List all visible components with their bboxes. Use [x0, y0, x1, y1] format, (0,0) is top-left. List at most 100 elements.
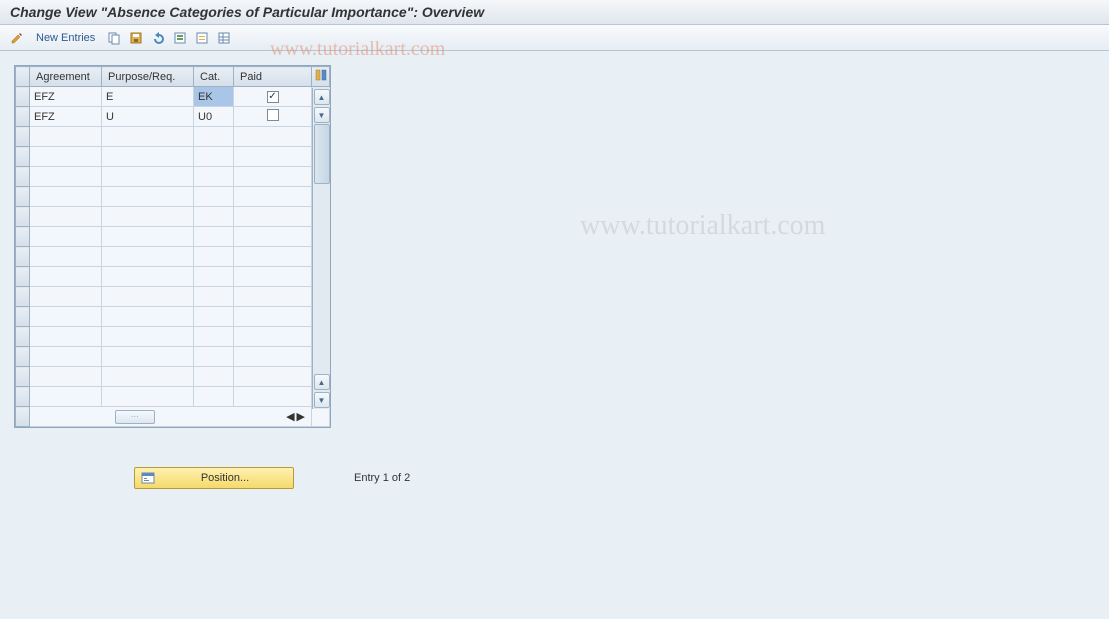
table-config-icon[interactable] [312, 67, 330, 87]
vscroll-up-icon[interactable]: ▲ [314, 89, 330, 105]
cell-cat[interactable] [194, 247, 234, 267]
cell-purpose[interactable] [102, 287, 194, 307]
cell-agreement[interactable]: EFZ [30, 107, 102, 127]
cell-agreement[interactable] [30, 307, 102, 327]
row-selector[interactable] [16, 167, 30, 187]
cell-purpose[interactable] [102, 367, 194, 387]
position-button[interactable]: Position... [134, 467, 294, 489]
cell-purpose[interactable] [102, 347, 194, 367]
col-header-agreement[interactable]: Agreement [30, 67, 102, 87]
cell-agreement[interactable] [30, 207, 102, 227]
paid-checkbox[interactable]: ✓ [267, 91, 279, 103]
cell-agreement[interactable] [30, 267, 102, 287]
table-row[interactable] [16, 227, 330, 247]
hscroll-left-icon[interactable]: ◀ [286, 410, 294, 423]
cell-agreement[interactable] [30, 227, 102, 247]
cell-paid[interactable] [234, 147, 312, 167]
cell-purpose[interactable] [102, 267, 194, 287]
vscroll-up2-icon[interactable]: ▼ [314, 107, 330, 123]
cell-cat[interactable] [194, 187, 234, 207]
cell-cat[interactable]: U0 [194, 107, 234, 127]
cell-cat[interactable] [194, 347, 234, 367]
cell-agreement[interactable] [30, 127, 102, 147]
col-header-paid[interactable]: Paid [234, 67, 312, 87]
cell-purpose[interactable] [102, 387, 194, 407]
cell-purpose[interactable]: U [102, 107, 194, 127]
cell-paid[interactable] [234, 307, 312, 327]
cell-cat[interactable] [194, 327, 234, 347]
cell-cat[interactable] [194, 367, 234, 387]
cell-paid[interactable] [234, 187, 312, 207]
delimit-icon[interactable] [193, 29, 211, 47]
cell-purpose[interactable] [102, 307, 194, 327]
cell-purpose[interactable] [102, 187, 194, 207]
copy-icon[interactable] [105, 29, 123, 47]
table-row[interactable] [16, 267, 330, 287]
table-row[interactable] [16, 147, 330, 167]
table-row[interactable] [16, 367, 330, 387]
cell-cat[interactable] [194, 167, 234, 187]
row-selector-header[interactable] [16, 67, 30, 87]
row-selector[interactable] [16, 287, 30, 307]
table-row[interactable] [16, 187, 330, 207]
new-entries-button[interactable]: New Entries [30, 32, 101, 44]
cell-purpose[interactable] [102, 227, 194, 247]
table-row[interactable] [16, 127, 330, 147]
cell-cat[interactable] [194, 147, 234, 167]
vscroll-down-icon[interactable]: ▼ [314, 392, 330, 408]
table-row[interactable] [16, 347, 330, 367]
row-selector[interactable] [16, 307, 30, 327]
row-selector[interactable] [16, 347, 30, 367]
table-row[interactable] [16, 207, 330, 227]
row-selector[interactable] [16, 147, 30, 167]
vertical-scrollbar[interactable]: ▲ ▼ ▲ ▼ [312, 88, 330, 409]
cell-paid[interactable] [234, 367, 312, 387]
row-selector[interactable] [16, 267, 30, 287]
cell-purpose[interactable]: E [102, 87, 194, 107]
cell-agreement[interactable] [30, 327, 102, 347]
paid-checkbox[interactable] [267, 109, 279, 121]
cell-agreement[interactable] [30, 287, 102, 307]
cell-paid[interactable] [234, 127, 312, 147]
cell-paid[interactable] [234, 287, 312, 307]
row-selector[interactable] [16, 247, 30, 267]
cell-cat[interactable] [194, 127, 234, 147]
row-selector[interactable] [16, 387, 30, 407]
row-selector[interactable] [16, 227, 30, 247]
cell-agreement[interactable]: EFZ [30, 87, 102, 107]
undo-icon[interactable] [149, 29, 167, 47]
table-row[interactable] [16, 387, 330, 407]
row-selector[interactable] [16, 87, 30, 107]
cell-paid[interactable] [234, 247, 312, 267]
cell-cat[interactable] [194, 287, 234, 307]
hscroll-thumb[interactable]: ⋯ [115, 410, 155, 424]
cell-paid[interactable] [234, 387, 312, 407]
col-header-purpose[interactable]: Purpose/Req. [102, 67, 194, 87]
col-header-cat[interactable]: Cat. [194, 67, 234, 87]
cell-purpose[interactable] [102, 207, 194, 227]
horizontal-scrollbar[interactable]: ⋯ ◀ ▶ [16, 407, 330, 427]
table-row[interactable]: EFZEEK ✓ [16, 87, 330, 107]
row-selector[interactable] [16, 207, 30, 227]
hscroll-right-icon[interactable]: ▶ [297, 410, 305, 423]
cell-paid[interactable]: ✓ [234, 87, 312, 107]
cell-purpose[interactable] [102, 167, 194, 187]
cell-purpose[interactable] [102, 127, 194, 147]
cell-cat[interactable]: EK [194, 87, 234, 107]
cell-purpose[interactable] [102, 327, 194, 347]
save-icon[interactable] [127, 29, 145, 47]
cell-cat[interactable] [194, 207, 234, 227]
edit-pencil-icon[interactable] [8, 29, 26, 47]
table-row[interactable] [16, 327, 330, 347]
table-row[interactable]: EFZUU0 [16, 107, 330, 127]
cell-paid[interactable] [234, 227, 312, 247]
cell-paid[interactable] [234, 347, 312, 367]
select-all-icon[interactable] [171, 29, 189, 47]
cell-cat[interactable] [194, 387, 234, 407]
row-selector[interactable] [16, 107, 30, 127]
cell-agreement[interactable] [30, 347, 102, 367]
cell-agreement[interactable] [30, 167, 102, 187]
cell-paid[interactable] [234, 267, 312, 287]
vscroll-thumb[interactable] [314, 124, 330, 184]
cell-purpose[interactable] [102, 247, 194, 267]
